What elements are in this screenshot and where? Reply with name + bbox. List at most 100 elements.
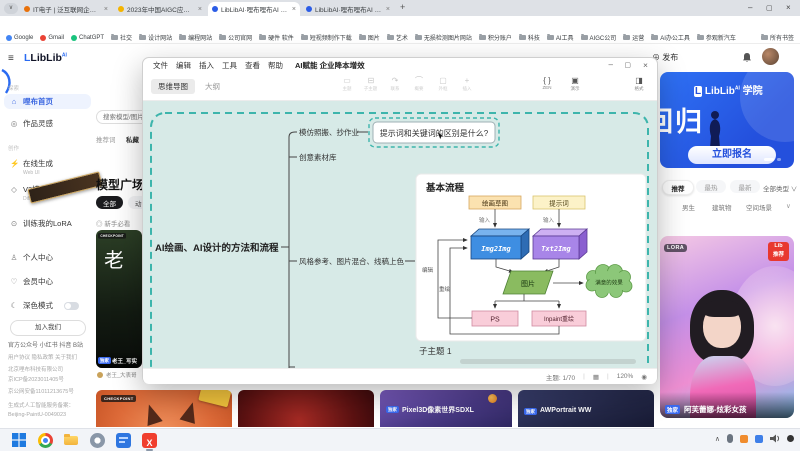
- branch-material-library[interactable]: 创意素材库: [299, 152, 337, 162]
- menu-tools[interactable]: 工具: [222, 60, 237, 71]
- hotword-tab[interactable]: 私藏: [126, 134, 139, 144]
- browser-tab-3-active[interactable]: LibLibAI·哩布哩布AI - 中国领×: [208, 2, 300, 16]
- menu-help[interactable]: 帮助: [268, 60, 283, 71]
- volume-icon[interactable]: [770, 434, 780, 443]
- root-topic[interactable]: AI绘画、AI设计的方法和流程: [155, 242, 279, 254]
- filter-pill-all[interactable]: 全部: [96, 196, 123, 209]
- window-close-button[interactable]: ×: [643, 60, 648, 70]
- promo-ribbon[interactable]: [27, 171, 102, 203]
- tab-outline[interactable]: 大纲: [205, 81, 220, 92]
- tag-scene[interactable]: 空间场景: [746, 202, 772, 212]
- branch-imitate[interactable]: 模仿照搬、抄作业: [299, 127, 359, 137]
- tool-relationship[interactable]: ↷联系: [383, 76, 407, 92]
- window-maximize-button[interactable]: ▢: [624, 61, 631, 69]
- taskbar-app-gray[interactable]: [90, 433, 105, 448]
- dark-mode-toggle[interactable]: [64, 302, 79, 310]
- canvas-horizontal-scrollbar[interactable]: [460, 359, 636, 364]
- bookmark-item[interactable]: ChatGPT: [71, 35, 104, 41]
- sort-tab-newest[interactable]: 最新: [730, 180, 760, 193]
- police-filing[interactable]: 京公网安备11011213675号: [8, 388, 92, 397]
- tab-close-icon[interactable]: ×: [292, 6, 296, 13]
- user-avatar[interactable]: [762, 48, 779, 65]
- taskbar-file-explorer[interactable]: [64, 433, 79, 448]
- bookmark-folder[interactable]: 硬件 软件: [259, 33, 294, 42]
- taskbar-chrome[interactable]: [38, 433, 53, 448]
- all-bookmarks-button[interactable]: 所有书签: [755, 33, 794, 42]
- taskbar-app-blue[interactable]: [116, 433, 131, 448]
- tab-close-icon[interactable]: ×: [386, 6, 390, 13]
- tool-subtopic[interactable]: ⊟子主题: [359, 76, 383, 92]
- bookmark-folder[interactable]: 社交: [111, 33, 132, 42]
- tag-building[interactable]: 建筑物: [712, 202, 732, 212]
- tool-boundary[interactable]: ▢外框: [431, 76, 455, 92]
- browser-tab-1[interactable]: IT电子 | 泛互联网企业投资资讯×: [20, 2, 112, 16]
- liblib-logo[interactable]: LLibLibAI: [24, 52, 67, 64]
- type-filter-dropdown[interactable]: 全部类型 ∨: [763, 183, 797, 193]
- social-links[interactable]: 官方公众号 小红书 抖音 B站: [8, 342, 92, 352]
- model-card-girl[interactable]: LORA Lib推荐 独家 阿芙蕾娜-炫彩女孩: [660, 236, 794, 418]
- bookmark-folder[interactable]: AIGC公司: [581, 33, 617, 42]
- legal-links[interactable]: 用户协议 隐私政策 关于我们: [8, 354, 92, 363]
- browser-minimize-button[interactable]: –: [748, 3, 752, 12]
- model-card-pixel3d[interactable]: 独家 Pixel3D像素世界SDXL: [380, 390, 512, 427]
- model-card-red[interactable]: [238, 390, 374, 427]
- tips-icon[interactable]: ◉: [641, 373, 647, 381]
- tool-present[interactable]: ▣演示: [563, 76, 587, 92]
- banner-cta-button[interactable]: 立即报名: [688, 146, 776, 164]
- tag-boy[interactable]: 男生: [682, 202, 695, 212]
- join-us-button[interactable]: 加入我们: [10, 320, 86, 336]
- sidebar-item-online-generate[interactable]: ⚡在线生成: [4, 156, 91, 171]
- tab-close-icon[interactable]: ×: [198, 6, 202, 13]
- sidebar-item-membership[interactable]: ♡会员中心: [4, 274, 91, 289]
- bookmark-folder[interactable]: 公司官网: [219, 33, 252, 42]
- hamburger-menu-icon[interactable]: ≡: [8, 53, 14, 64]
- bookmark-folder[interactable]: 积分账户: [479, 33, 512, 42]
- tool-zen-mode[interactable]: { }ZEN: [535, 76, 559, 92]
- floating-topic-text[interactable]: 提示词和关键词的区别是什么?: [380, 128, 489, 138]
- menu-edit[interactable]: 编辑: [176, 60, 191, 71]
- tool-insert[interactable]: +插入: [455, 76, 479, 92]
- bookmark-folder[interactable]: AI工具: [547, 33, 574, 42]
- tags-expand-chevron[interactable]: ∨: [786, 202, 791, 210]
- academy-banner[interactable]: L LibLibAI 学院 回归 立即报名: [660, 72, 794, 168]
- carousel-dot-active[interactable]: [764, 158, 774, 161]
- tool-summary[interactable]: ⌒概要: [407, 76, 431, 92]
- sort-tab-recommended[interactable]: 推荐: [662, 180, 694, 195]
- branch-style-reference[interactable]: 风格参考、图片混合、线稿上色: [299, 256, 404, 266]
- bookmark-folder[interactable]: 科技: [519, 33, 540, 42]
- tab-search-button[interactable]: ∨: [4, 3, 18, 14]
- model-card-laowang[interactable]: CHECKPOINT 老 独家 老王_写实: [96, 230, 142, 368]
- browser-tab-4[interactable]: LibLibAI·哩布哩布AI - 中国领×: [302, 2, 394, 16]
- window-minimize-button[interactable]: –: [609, 60, 613, 69]
- notification-bell-icon[interactable]: [742, 52, 752, 63]
- author-name[interactable]: 老王_大表哥: [106, 371, 137, 379]
- menu-insert[interactable]: 插入: [199, 60, 214, 71]
- taskbar-xmind-active[interactable]: X: [142, 433, 157, 448]
- bookmark-folder[interactable]: 参观新汽车: [697, 33, 736, 42]
- bookmark-folder[interactable]: 运营: [623, 33, 644, 42]
- mindmap-canvas[interactable]: AI绘画、AI设计的方法和流程 模仿照搬、抄作业 创意素材库 风格参考、图片混合…: [143, 101, 657, 368]
- bookmark-folder[interactable]: 短视频制作下载: [301, 33, 352, 42]
- newbie-guide-link[interactable]: ◎ 新手必看: [96, 218, 130, 228]
- sort-tab-hottest[interactable]: 最热: [696, 180, 726, 193]
- map-overview-icon[interactable]: ▦: [593, 373, 599, 381]
- model-card-fox[interactable]: CHECKPOINT: [96, 390, 232, 427]
- bookmark-folder[interactable]: 编程网站: [179, 33, 212, 42]
- zoom-level[interactable]: 120%: [617, 373, 634, 380]
- bookmark-folder[interactable]: 艺术: [387, 33, 408, 42]
- bookmark-folder[interactable]: 图片: [359, 33, 380, 42]
- bookmark-item[interactable]: Gmail: [40, 35, 64, 41]
- sidebar-item-train-lora[interactable]: ⊙训练我的LoRA: [4, 216, 91, 231]
- menu-file[interactable]: 文件: [153, 60, 168, 71]
- bookmark-folder[interactable]: 无损检测图片网站: [415, 33, 472, 42]
- icp-number[interactable]: 京ICP备2023011405号: [8, 376, 92, 385]
- bookmark-folder[interactable]: AI办公工具: [651, 33, 690, 42]
- tray-chevron-icon[interactable]: ∧: [715, 435, 720, 443]
- start-button[interactable]: [12, 433, 27, 448]
- menu-view[interactable]: 查看: [245, 60, 260, 71]
- tool-format-panel[interactable]: ◨格式: [627, 76, 651, 92]
- mic-icon[interactable]: [727, 434, 733, 443]
- browser-tab-2[interactable]: 2023年中国AIGC应用研究报告×: [114, 2, 206, 16]
- flowchart-image[interactable]: 基本流程 绘画草图 提示词 输入 输入 Img2Img: [416, 174, 646, 341]
- carousel-dot[interactable]: [777, 158, 781, 161]
